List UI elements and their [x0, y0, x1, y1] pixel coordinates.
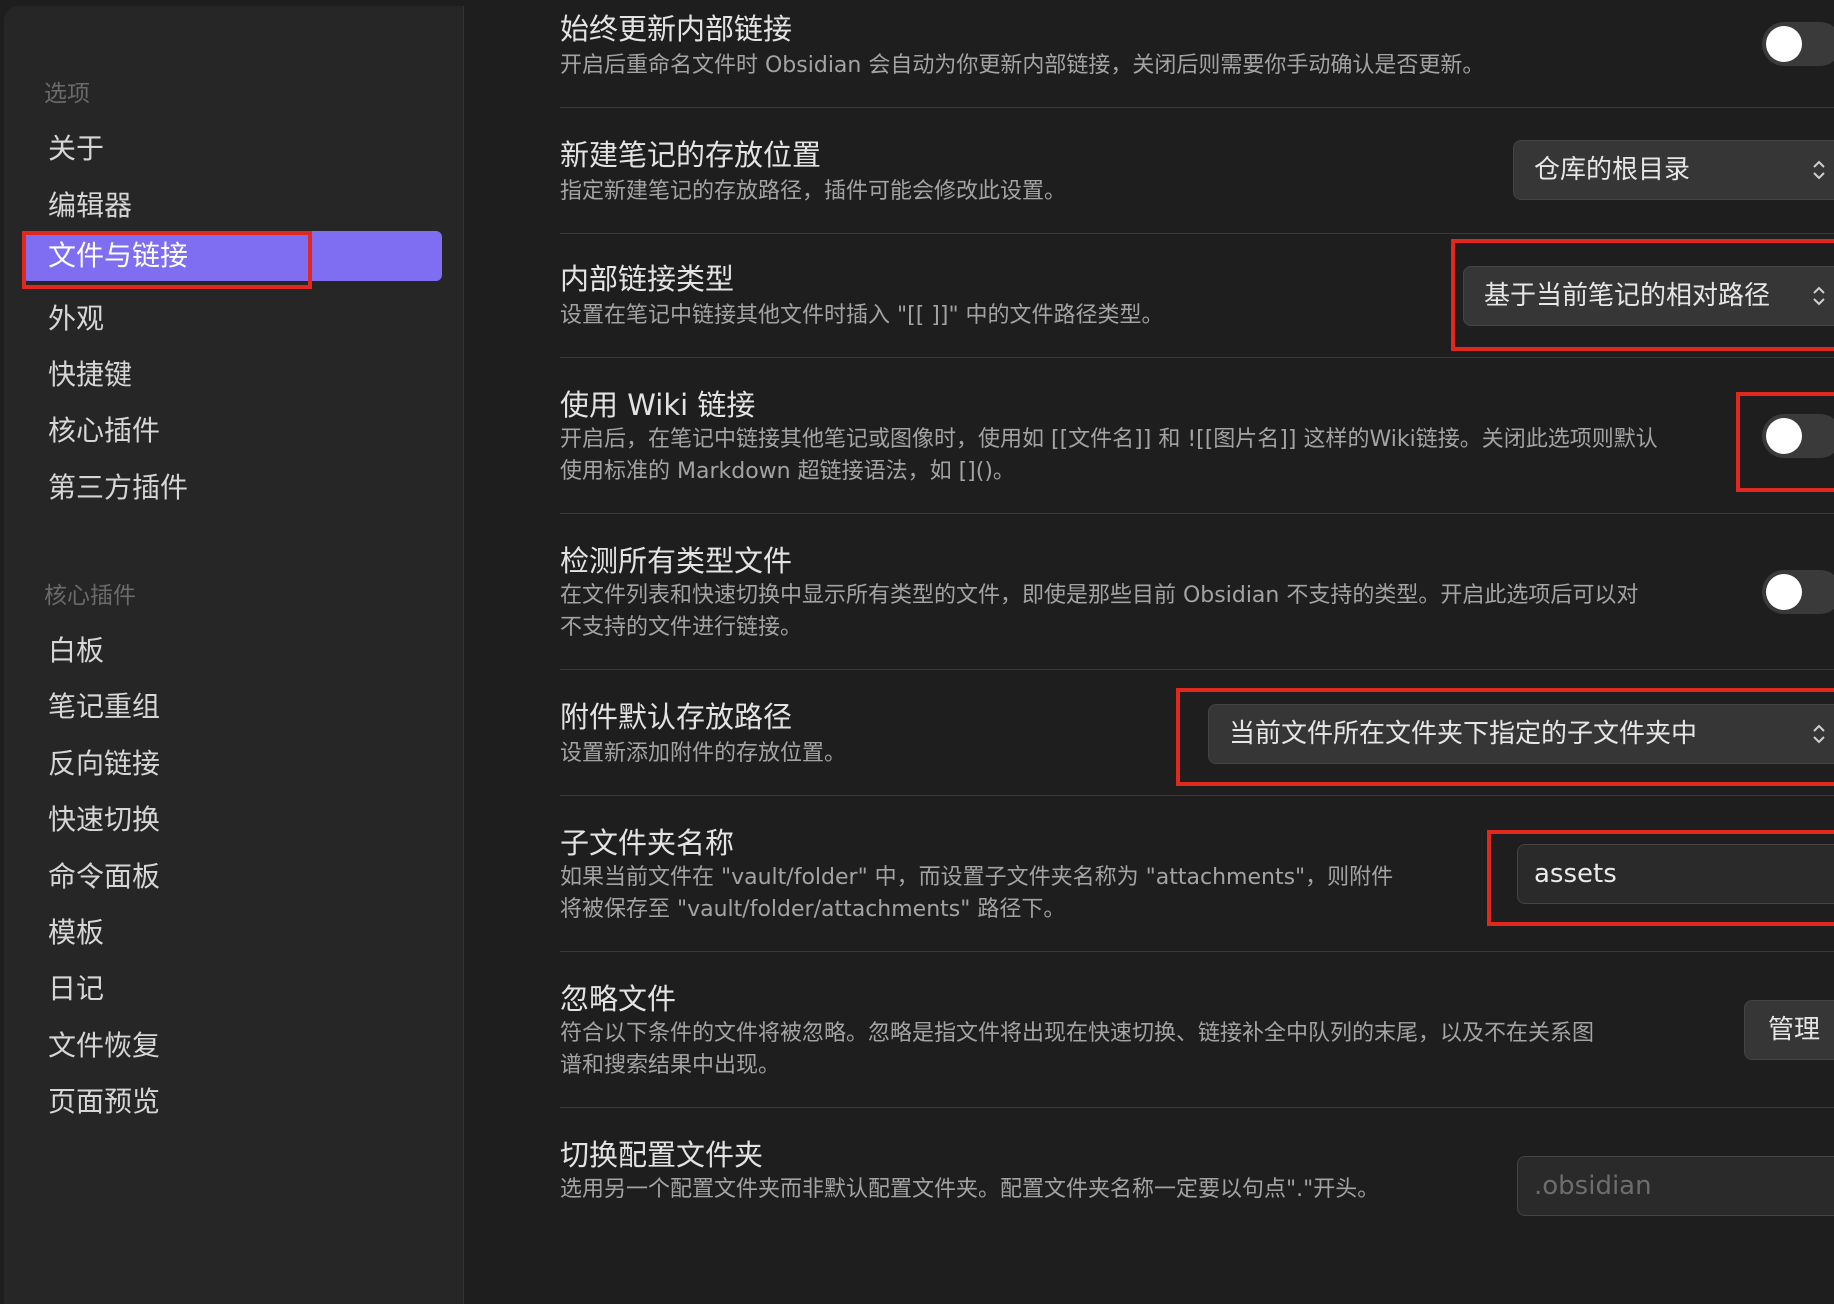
- setting-detect-all-files: 检测所有类型文件 在文件列表和快速切换中显示所有类型的文件，即使是那些目前 Ob…: [560, 514, 1834, 670]
- toggle-auto-update-links[interactable]: [1762, 22, 1834, 66]
- setting-description: 设置新添加附件的存放位置。: [560, 741, 847, 766]
- subfolder-name-input[interactable]: assets: [1517, 844, 1834, 904]
- setting-config-folder: 切换配置文件夹 选用另一个配置文件夹而非默认配置文件夹。配置文件夹名称一定要以句…: [560, 1108, 1834, 1264]
- toggle-knob: [1766, 574, 1802, 610]
- setting-description: 选用另一个配置文件夹而非默认配置文件夹。配置文件夹名称一定要以句点"."开头。: [560, 1177, 1380, 1202]
- setting-description: 开启后，在笔记中链接其他笔记或图像时，使用如 [[文件名]] 和 ![[图片名]…: [560, 427, 1658, 484]
- chevron-updown-icon: [1812, 141, 1826, 199]
- sidebar-item-quick-switcher[interactable]: 快速切换: [44, 795, 160, 845]
- toggle-knob: [1766, 418, 1802, 454]
- setting-subfolder-name: 子文件夹名称 如果当前文件在 "vault/folder" 中，而设置子文件夹名…: [560, 796, 1834, 952]
- setting-description: 符合以下条件的文件将被忽略。忽略是指文件将出现在快速切换、链接补全中队列的末尾，…: [560, 1021, 1595, 1078]
- sidebar-item-templates[interactable]: 模板: [44, 908, 104, 958]
- setting-name: 子文件夹名称: [560, 826, 735, 860]
- sidebar-item-file-recovery[interactable]: 文件恢复: [44, 1021, 160, 1071]
- setting-name: 切换配置文件夹: [560, 1138, 764, 1172]
- settings-window: 选项 关于 编辑器 文件与链接 外观 快捷键 核心插件 第三方插件 核心插件 白…: [0, 0, 1834, 1304]
- sidebar-item-core-plugins[interactable]: 核心插件: [44, 406, 160, 456]
- setting-attachment-location: 附件默认存放路径 设置新添加附件的存放位置。 当前文件所在文件夹下指定的子文件夹…: [560, 670, 1834, 796]
- sidebar-item-appearance[interactable]: 外观: [44, 294, 104, 344]
- sidebar-item-daily-notes[interactable]: 日记: [44, 964, 104, 1014]
- toggle-wiki-links[interactable]: [1762, 414, 1834, 458]
- sidebar-item-command-palette[interactable]: 命令面板: [44, 852, 160, 902]
- setting-name: 内部链接类型: [560, 262, 735, 296]
- sidebar-section-core-plugins: 核心插件: [44, 583, 136, 609]
- setting-new-note-location: 新建笔记的存放位置 指定新建笔记的存放路径，插件可能会修改此设置。 仓库的根目录: [560, 108, 1834, 234]
- setting-name: 忽略文件: [560, 982, 677, 1016]
- setting-description: 如果当前文件在 "vault/folder" 中，而设置子文件夹名称为 "att…: [560, 865, 1394, 922]
- sidebar-item-hotkeys[interactable]: 快捷键: [44, 350, 132, 400]
- sidebar-item-editor[interactable]: 编辑器: [44, 181, 132, 231]
- setting-wiki-links: 使用 Wiki 链接 开启后，在笔记中链接其他笔记或图像时，使用如 [[文件名]…: [560, 358, 1834, 514]
- dropdown-value: 基于当前笔记的相对路径: [1484, 281, 1771, 311]
- chevron-updown-icon: [1812, 705, 1826, 763]
- sidebar-section-options: 选项: [44, 81, 90, 107]
- setting-name: 检测所有类型文件: [560, 544, 793, 578]
- sidebar-item-backlinks[interactable]: 反向链接: [44, 739, 160, 789]
- setting-description: 在文件列表和快速切换中显示所有类型的文件，即使是那些目前 Obsidian 不支…: [560, 583, 1639, 640]
- setting-auto-update-links: 始终更新内部链接 开启后重命名文件时 Obsidian 会自动为你更新内部链接，…: [560, 0, 1834, 108]
- sidebar-item-about[interactable]: 关于: [44, 124, 104, 174]
- setting-description: 设置在笔记中链接其他文件时插入 "[[ ]]" 中的文件路径类型。: [560, 303, 1164, 328]
- dropdown-value: 仓库的根目录: [1534, 155, 1691, 185]
- toggle-detect-all-files[interactable]: [1762, 570, 1834, 614]
- config-folder-input[interactable]: .obsidian: [1517, 1156, 1834, 1216]
- setting-link-format: 内部链接类型 设置在笔记中链接其他文件时插入 "[[ ]]" 中的文件路径类型。…: [560, 234, 1834, 358]
- setting-description: 指定新建笔记的存放路径，插件可能会修改此设置。: [560, 179, 1067, 204]
- sidebar-item-note-composer[interactable]: 笔记重组: [44, 682, 160, 732]
- setting-name: 使用 Wiki 链接: [560, 388, 756, 422]
- toggle-knob: [1766, 26, 1802, 62]
- chevron-updown-icon: [1812, 267, 1826, 325]
- sidebar-item-files-links[interactable]: 文件与链接: [22, 231, 442, 281]
- dropdown-value: 当前文件所在文件夹下指定的子文件夹中: [1229, 719, 1698, 749]
- sidebar-item-canvas[interactable]: 白板: [44, 626, 104, 676]
- dropdown-new-note-location[interactable]: 仓库的根目录: [1513, 140, 1834, 200]
- setting-name: 始终更新内部链接: [560, 12, 793, 46]
- setting-name: 附件默认存放路径: [560, 700, 793, 734]
- setting-ignore-files: 忽略文件 符合以下条件的文件将被忽略。忽略是指文件将出现在快速切换、链接补全中队…: [560, 952, 1834, 1108]
- setting-name: 新建笔记的存放位置: [560, 138, 822, 172]
- dropdown-attachment-location[interactable]: 当前文件所在文件夹下指定的子文件夹中: [1208, 704, 1834, 764]
- settings-panel: ✕ 始终更新内部链接 开启后重命名文件时 Obsidian 会自动为你更新内部链…: [465, 0, 1834, 1304]
- sidebar-item-community-plugins[interactable]: 第三方插件: [44, 463, 188, 513]
- manage-button[interactable]: 管理: [1744, 1000, 1834, 1060]
- settings-sidebar: 选项 关于 编辑器 文件与链接 外观 快捷键 核心插件 第三方插件 核心插件 白…: [4, 6, 464, 1304]
- sidebar-item-page-preview[interactable]: 页面预览: [44, 1077, 160, 1127]
- setting-description: 开启后重命名文件时 Obsidian 会自动为你更新内部链接，关闭后则需要你手动…: [560, 53, 1485, 78]
- dropdown-link-format[interactable]: 基于当前笔记的相对路径: [1463, 266, 1834, 326]
